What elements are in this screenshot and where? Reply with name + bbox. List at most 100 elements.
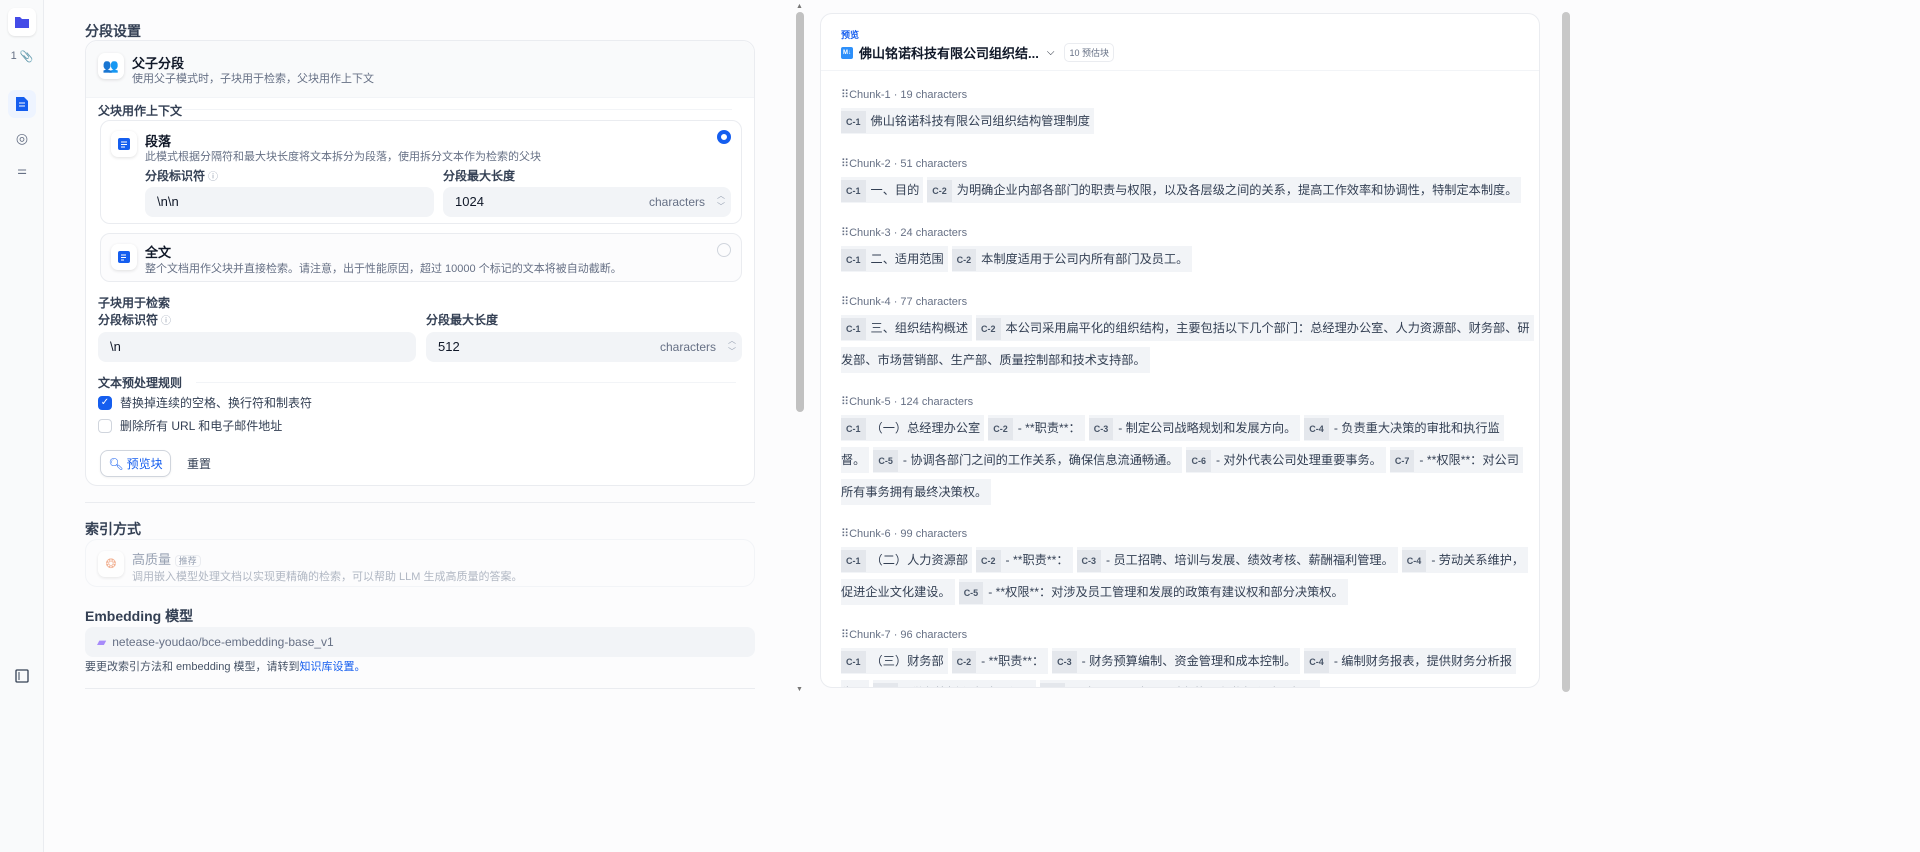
grip-icon: ⠿: [841, 158, 850, 170]
stepper[interactable]: ︿ ﹀: [728, 335, 736, 357]
child-chunk-tag: C-6: [1186, 450, 1211, 472]
child-chunk-tag: C-5: [873, 683, 898, 687]
rule-replace-spaces-checkbox[interactable]: ✓ 替换掉连续的空格、换行符和制表符: [98, 394, 312, 411]
rule-remove-urls-checkbox[interactable]: 删除所有 URL 和电子邮件地址: [98, 417, 282, 434]
chunk-item: ⠿Chunk-1 · 19 characters C-1 佛山铭诺科技有限公司组织结…: [841, 84, 1531, 138]
child-chunk-tag: C-1: [841, 111, 866, 133]
child-chunk[interactable]: C-1 佛山铭诺科技有限公司组织结构管理制度: [841, 108, 1094, 134]
help-icon[interactable]: ⓘ: [208, 172, 218, 183]
paragraph-icon: [111, 131, 137, 157]
help-icon[interactable]: ⓘ: [161, 316, 171, 327]
child-chunk-tag: C-1: [841, 418, 866, 440]
child-chunk[interactable]: C-6- **权限**：对公司财务状况有监督和建议权。: [1040, 680, 1320, 687]
right-scrollbar[interactable]: [1562, 12, 1570, 692]
toggle-sidebar-icon[interactable]: [8, 662, 36, 690]
stepper[interactable]: ︿ ﹀: [717, 190, 725, 212]
child-chunk[interactable]: C-2- **职责**：: [988, 415, 1085, 441]
high-quality-option[interactable]: ❂ 高质量 推荐 调用嵌入模型处理文档以实现更精确的检索，可以帮助 LLM 生成…: [85, 539, 755, 587]
grip-icon: ⠿: [841, 396, 850, 408]
child-chunk-tag: C-1: [841, 651, 866, 673]
child-chunk[interactable]: C-3- 制定公司战略规划和发展方向。: [1088, 415, 1301, 441]
grip-icon: ⠿: [841, 629, 850, 641]
chunk-item: ⠿Chunk-4 · 77 characters C-1 三、组织结构概述 C-2 本公…: [841, 291, 1534, 376]
chunk-item: ⠿Chunk-6 · 99 characters C-1 （二）人力资源部 C-2- …: [841, 523, 1531, 609]
grip-icon: ⠿: [841, 296, 850, 308]
paperclip-icon: 📎: [19, 50, 34, 63]
model-icon: ▰: [97, 635, 107, 649]
child-chunk[interactable]: C-2 为明确企业内部各部门的职责与权限，以及各层级之间的关系，提高工作效率和协调…: [927, 177, 1522, 203]
search-icon: 🔍︎: [108, 456, 124, 471]
chunk-item: ⠿Chunk-7 · 96 characters C-1 （三）财务部 C-2- **…: [841, 624, 1531, 687]
child-chunk[interactable]: C-6- 对外代表公司处理重要事务。: [1186, 447, 1386, 473]
gem-icon: ❂: [98, 551, 124, 577]
preview-chunks-button[interactable]: 🔍︎ 预览块: [100, 450, 171, 477]
child-chunk[interactable]: C-1 （一）总经理办公室: [841, 415, 985, 441]
child-chunk[interactable]: C-3- 财务预算编制、资金管理和成本控制。: [1052, 648, 1301, 674]
fulltext-icon: [111, 244, 137, 270]
child-chunk-tag: C-3: [1052, 651, 1077, 673]
fulltext-option[interactable]: 全文 整个文档用作父块并直接检索。请注意，出于性能原因，超过 10000 个标记…: [100, 233, 742, 282]
child-chunk-tag: C-2: [927, 180, 952, 202]
chunk-item: ⠿Chunk-2 · 51 characters C-1 一、目的 C-2 为明确企业内…: [841, 153, 1531, 207]
fulltext-radio[interactable]: [717, 243, 731, 257]
grip-icon: ⠿: [841, 528, 850, 540]
child-chunk-tag: C-1: [841, 249, 866, 271]
child-chunk-tag: C-1: [841, 180, 866, 202]
embedding-model-field: ▰ netease-youdao/bce-embedding-base_v1: [85, 627, 755, 657]
kb-settings-link[interactable]: 知识库设置。: [300, 661, 366, 673]
child-chunk[interactable]: C-3- 员工招聘、培训与发展、绩效考核、薪酬福利管理。: [1076, 547, 1398, 573]
child-max-length-input[interactable]: 512 characters ︿ ﹀: [426, 332, 742, 362]
child-chunk[interactable]: C-1 二、适用范围: [841, 246, 948, 272]
child-chunk-tag: C-5: [873, 450, 898, 472]
parent-child-card: 👥 父子分段 使用父子模式时，子块用于检索，父块用作上下文 父块用作上下文 段落…: [85, 40, 755, 486]
chunk-item: ⠿Chunk-5 · 124 characters C-1 （一）总经理办公室 C-2…: [841, 391, 1531, 508]
grip-icon: ⠿: [841, 89, 850, 101]
chunk-item: ⠿Chunk-3 · 24 characters C-1 二、适用范围 C-2 本制度适…: [841, 222, 1531, 276]
child-chunk-tag: C-5: [958, 582, 984, 604]
child-chunk[interactable]: C-5- 协调各部门之间的工作关系，确保信息流通畅通。: [873, 447, 1183, 473]
parent-separator-input[interactable]: \n\n: [145, 187, 434, 217]
child-chunk[interactable]: C-2 本制度适用于公司内所有部门及员工。: [951, 246, 1193, 272]
attachment-button[interactable]: 1 📎: [8, 42, 36, 70]
child-chunk[interactable]: C-2- **职责**：: [951, 648, 1049, 674]
child-chunk[interactable]: C-5- **权限**：对涉及员工管理和发展的政策有建议权和部分决策权。: [958, 579, 1348, 605]
grip-icon: ⠿: [841, 227, 850, 239]
child-chunk-tag: C-2: [988, 418, 1013, 440]
reset-button[interactable]: 重置: [179, 450, 219, 477]
child-chunk-tag: C-2: [951, 249, 977, 271]
preview-panel: 预览 M↓ 佛山铭诺科技有限公司组织结... ⌵ 10 预估块 ⠿Chunk-1…: [820, 13, 1540, 688]
document-selector[interactable]: M↓ 佛山铭诺科技有限公司组织结... ⌵ 10 预估块: [841, 43, 1114, 62]
parent-child-icon: 👥: [98, 53, 124, 79]
document-icon[interactable]: [8, 90, 36, 118]
child-chunk[interactable]: C-1 一、目的: [841, 177, 924, 203]
child-chunk-tag: C-2: [951, 651, 977, 673]
child-chunk-tag: C-4: [1304, 651, 1329, 673]
child-separator-input[interactable]: \n: [98, 332, 416, 362]
sidebar: 1 📎 ◎ ⚌: [0, 0, 44, 852]
scroll-down-icon[interactable]: ▼: [796, 686, 803, 693]
child-chunk[interactable]: C-1 三、组织结构概述: [841, 315, 973, 341]
child-chunk[interactable]: C-2- **职责**：: [976, 547, 1073, 573]
scroll-up-icon[interactable]: ▲: [796, 3, 803, 10]
child-chunk-tag: C-3: [1076, 550, 1102, 572]
child-chunk-tag: C-7: [1389, 450, 1415, 472]
child-chunk-tag: C-4: [1401, 550, 1427, 572]
child-chunk-tag: C-3: [1088, 418, 1114, 440]
paragraph-option[interactable]: 段落 此模式根据分隔符和最大块长度将文本拆分为段落，使用拆分文本作为检索的父块 …: [100, 120, 742, 224]
left-scrollbar[interactable]: [796, 12, 804, 412]
settings-sliders-icon[interactable]: ⚌: [8, 156, 36, 184]
child-chunk-tag: C-1: [841, 550, 866, 572]
child-chunk-tag: C-2: [976, 318, 1001, 340]
child-chunk-tag: C-6: [1040, 683, 1065, 687]
target-icon[interactable]: ◎: [8, 124, 36, 152]
child-chunk[interactable]: C-1 （三）财务部: [841, 648, 948, 674]
child-chunk[interactable]: C-5- 税务筹划和审计工作。: [873, 680, 1037, 687]
chevron-down-icon: ⌵: [1046, 47, 1055, 58]
child-chunk-tag: C-4: [1304, 418, 1329, 440]
child-chunk[interactable]: C-1 （二）人力资源部: [841, 547, 973, 573]
child-chunk-tag: C-2: [976, 550, 1001, 572]
paragraph-radio[interactable]: [717, 130, 731, 144]
parent-max-length-input[interactable]: 1024 characters ︿ ﹀: [443, 187, 731, 217]
folder-icon[interactable]: [8, 8, 36, 36]
recommended-badge: 推荐: [174, 555, 201, 567]
